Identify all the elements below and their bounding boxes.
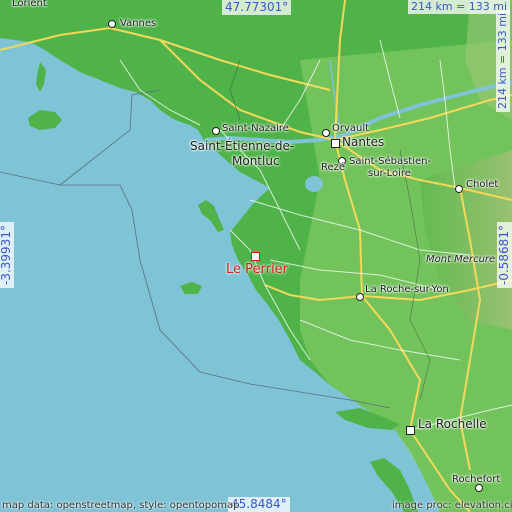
longitude-left-label: -3.39931° xyxy=(0,222,14,288)
capital-marker-nantes xyxy=(331,139,340,148)
place-orvault: Orvault xyxy=(332,123,370,134)
longitude-right-label: -0.58681° xyxy=(497,222,512,288)
place-saint-etienne-line1: Saint-Étienne-de- xyxy=(190,139,295,153)
place-lorient: Lorient xyxy=(12,0,47,9)
map-data-credit: map data: openstreetmap, style: opentopo… xyxy=(2,500,240,511)
capital-marker-la-rochelle xyxy=(406,426,415,435)
place-mont-mercure: Mont Mercure xyxy=(426,254,496,265)
marker-label: Le Perrier xyxy=(226,262,288,277)
place-saint-sebastien-line2: sur-Loire xyxy=(368,168,411,179)
latitude-top-label: 47.77301° xyxy=(222,0,292,15)
scale-top: 214 km = 133 mi xyxy=(408,0,511,14)
place-vannes: Vannes xyxy=(120,18,157,29)
image-proc-credit: image proc: elevation.city xyxy=(392,500,512,511)
place-cholet: Cholet xyxy=(466,179,499,190)
city-marker-orvault xyxy=(322,129,330,137)
location-marker-icon[interactable] xyxy=(251,252,260,261)
city-marker-rochefort xyxy=(475,484,483,492)
map-view[interactable]: Lorient Vannes Saint-Nazaire Saint-Étien… xyxy=(0,0,512,512)
place-la-roche: La Roche-sur-Yon xyxy=(365,284,449,295)
city-marker-cholet xyxy=(455,185,463,193)
place-reze: Rezé xyxy=(321,162,346,173)
place-saint-sebastien-line1: Saint-Sébastien- xyxy=(349,156,432,167)
scale-right: 214 km = 133 mi xyxy=(496,9,510,112)
place-rochefort: Rochefort xyxy=(452,474,501,485)
city-marker-vannes xyxy=(108,20,116,28)
place-saint-nazaire: Saint-Nazaire xyxy=(222,123,289,134)
city-marker-saint-nazaire xyxy=(212,127,220,135)
place-saint-etienne-line2: Montluc xyxy=(232,154,280,168)
place-la-rochelle: La Rochelle xyxy=(418,417,487,431)
city-marker-la-roche xyxy=(356,293,364,301)
place-nantes: Nantes xyxy=(342,135,385,149)
